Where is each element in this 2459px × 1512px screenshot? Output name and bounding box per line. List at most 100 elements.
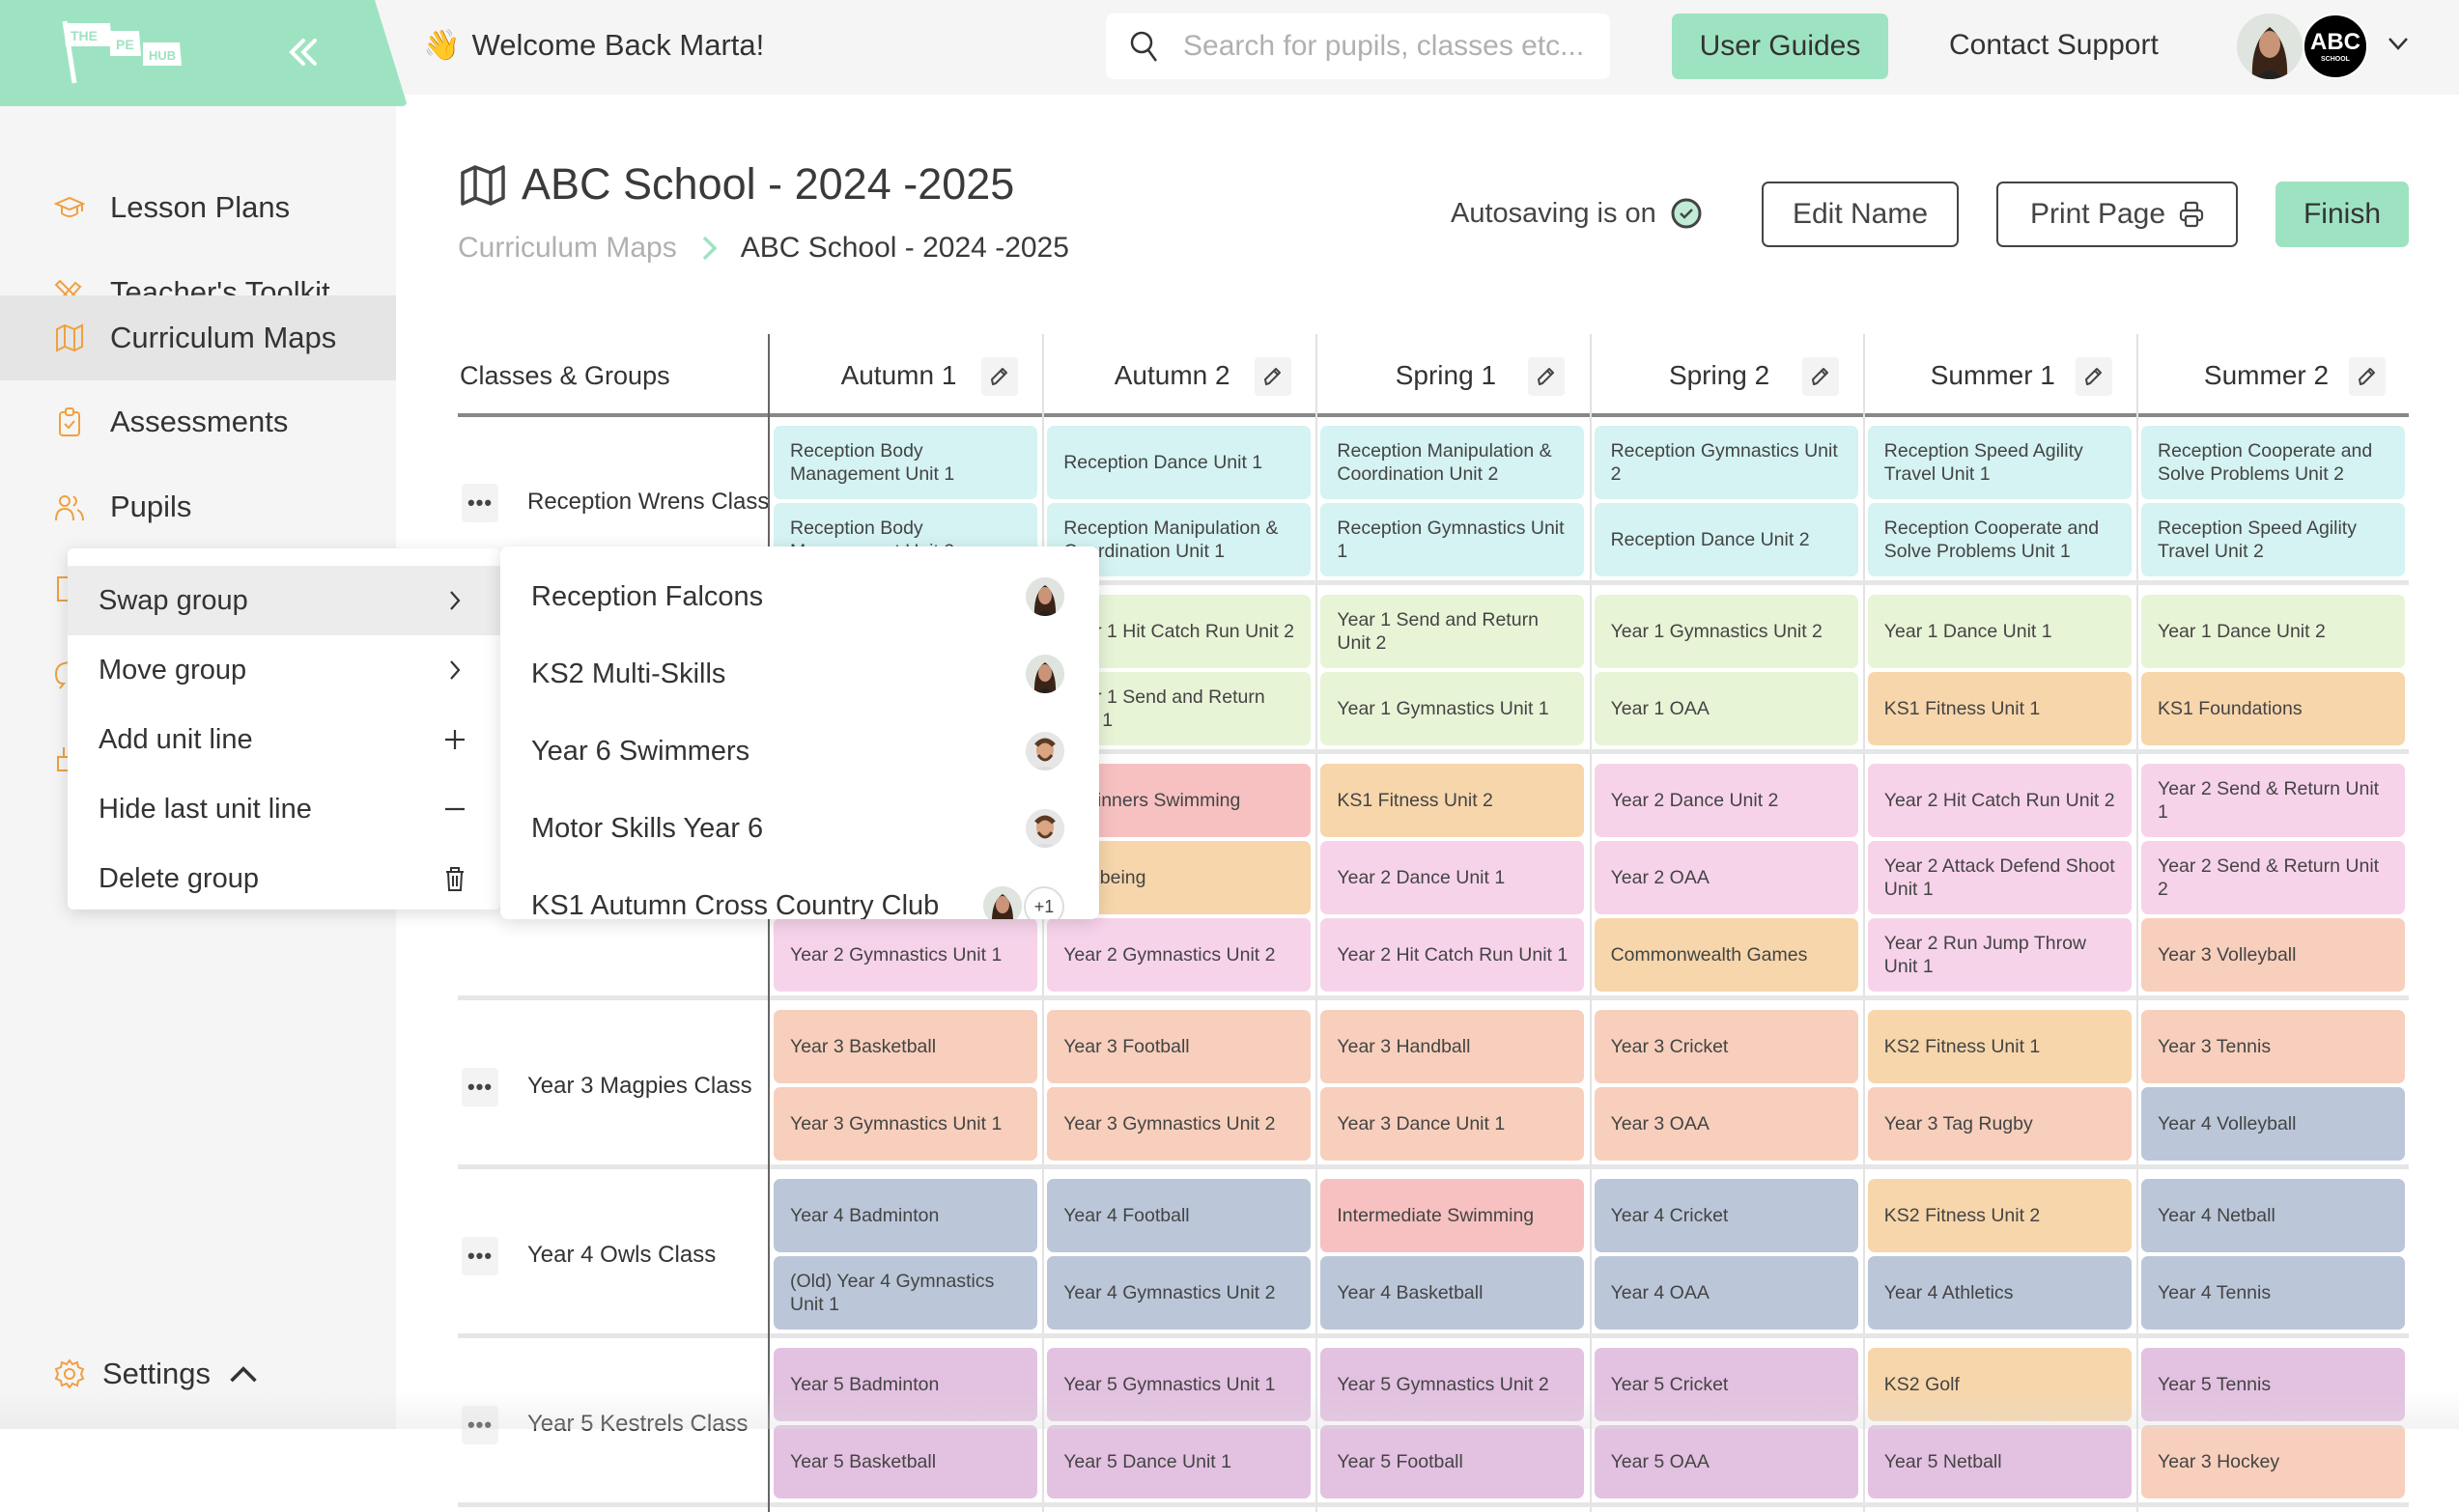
edit-name-button[interactable]: Edit Name <box>1762 182 1959 247</box>
sidebar-item-assessments[interactable]: Assessments <box>0 380 396 463</box>
sidebar-item-pupils[interactable]: Pupils <box>0 465 396 548</box>
unit-card[interactable]: Year 3 Tennis <box>2141 1010 2405 1083</box>
unit-card[interactable]: Year 2 Send & Return Unit 2 <box>2141 841 2405 914</box>
unit-card[interactable]: Reception Cooperate and Solve Problems U… <box>1867 503 2132 576</box>
group-options-button[interactable]: ••• <box>462 484 498 522</box>
unit-card[interactable]: KS2 Fitness Unit 1 <box>1867 1010 2132 1083</box>
unit-card[interactable]: Reception Dance Unit 2 <box>1594 503 1858 576</box>
unit-card[interactable]: Year 5 Netball <box>1867 1425 2132 1498</box>
sidebar-item-curriculum-maps[interactable]: Curriculum Maps <box>0 295 396 380</box>
unit-card[interactable]: Year 4 Netball <box>2141 1179 2405 1252</box>
unit-card[interactable]: Reception Dance Unit 1 <box>1047 426 1312 499</box>
unit-card[interactable]: Year 2 Hit Catch Run Unit 2 <box>1867 764 2132 837</box>
unit-card[interactable]: Year 2 OAA <box>1594 841 1858 914</box>
chevron-right-icon <box>450 591 461 610</box>
settings-button[interactable]: Settings <box>54 1357 259 1391</box>
unit-card[interactable]: Year 4 Volleyball <box>2141 1087 2405 1161</box>
unit-card[interactable]: Year 3 Gymnastics Unit 2 <box>1047 1087 1312 1161</box>
menu-item-delete-group[interactable]: Delete group <box>68 844 500 913</box>
swap-target-item[interactable]: Year 6 Swimmers <box>500 713 1099 790</box>
swap-target-item[interactable]: KS1 Autumn Cross Country Club +1 <box>500 867 1099 919</box>
collapse-sidebar-button[interactable] <box>286 35 325 70</box>
unit-card[interactable]: Year 2 Hit Catch Run Unit 1 <box>1320 918 1585 992</box>
menu-item-hide-last-unit-line[interactable]: Hide last unit line <box>68 774 500 844</box>
menu-item-move-group[interactable]: Move group <box>68 635 500 705</box>
unit-card[interactable]: Year 2 Gymnastics Unit 1 <box>774 918 1037 992</box>
unit-card[interactable]: Year 5 Basketball <box>774 1425 1037 1498</box>
unit-card[interactable]: Year 1 Gymnastics Unit 1 <box>1320 672 1585 745</box>
contact-support-link[interactable]: Contact Support <box>1949 29 2159 62</box>
sidebar-item-lesson-plans[interactable]: Lesson Plans <box>0 166 396 249</box>
unit-card[interactable]: Year 4 OAA <box>1594 1256 1858 1330</box>
unit-card[interactable]: KS1 Foundations <box>2141 672 2405 745</box>
unit-card[interactable]: Year 3 Handball <box>1320 1010 1585 1083</box>
school-avatar[interactable]: ABC SCHOOL <box>2303 14 2368 79</box>
search-input[interactable] <box>1183 30 1589 63</box>
menu-item-add-unit-line[interactable]: Add unit line <box>68 705 500 774</box>
unit-card[interactable]: Year 1 Dance Unit 1 <box>1867 595 2132 668</box>
unit-card[interactable]: Year 2 Attack Defend Shoot Unit 1 <box>1867 841 2132 914</box>
unit-card[interactable]: Year 4 Gymnastics Unit 2 <box>1047 1256 1312 1330</box>
unit-card[interactable]: Year 2 Dance Unit 1 <box>1320 841 1585 914</box>
print-page-button[interactable]: Print Page <box>1996 182 2238 247</box>
unit-card[interactable]: Year 4 Athletics <box>1867 1256 2132 1330</box>
edit-term-button[interactable] <box>2075 357 2112 396</box>
unit-card[interactable]: Reception Speed Agility Travel Unit 1 <box>1867 426 2132 499</box>
edit-term-button[interactable] <box>1255 357 1292 396</box>
unit-card[interactable]: Year 1 OAA <box>1594 672 1858 745</box>
unit-card[interactable]: Year 2 Send & Return Unit 1 <box>2141 764 2405 837</box>
unit-card[interactable]: Year 4 Badminton <box>774 1179 1037 1252</box>
unit-card[interactable]: Year 1 Gymnastics Unit 2 <box>1594 595 1858 668</box>
unit-card[interactable]: KS1 Fitness Unit 1 <box>1867 672 2132 745</box>
user-avatar[interactable] <box>2237 14 2303 79</box>
unit-card[interactable]: Year 5 Dance Unit 1 <box>1047 1425 1312 1498</box>
unit-card[interactable]: Reception Manipulation & Coordination Un… <box>1320 426 1585 499</box>
swap-target-item[interactable]: Motor Skills Year 6 <box>500 790 1099 867</box>
edit-term-button[interactable] <box>981 357 1018 396</box>
account-chevron-down-icon[interactable] <box>2386 31 2411 56</box>
unit-card[interactable]: Year 5 Football <box>1320 1425 1585 1498</box>
swap-target-item[interactable]: Reception Falcons <box>500 558 1099 635</box>
breadcrumb-curriculum-maps[interactable]: Curriculum Maps <box>458 232 677 265</box>
unit-card[interactable]: Year 4 Football <box>1047 1179 1312 1252</box>
unit-card[interactable]: Year 4 Basketball <box>1320 1256 1585 1330</box>
unit-card[interactable]: Year 1 Dance Unit 2 <box>2141 595 2405 668</box>
unit-card[interactable]: Year 3 Dance Unit 1 <box>1320 1087 1585 1161</box>
unit-card[interactable]: Year 2 Gymnastics Unit 2 <box>1047 918 1312 992</box>
unit-card[interactable]: Year 2 Run Jump Throw Unit 1 <box>1867 918 2132 992</box>
unit-card[interactable]: Year 4 Cricket <box>1594 1179 1858 1252</box>
unit-card[interactable]: Year 3 Volleyball <box>2141 918 2405 992</box>
unit-card[interactable]: Year 3 Football <box>1047 1010 1312 1083</box>
unit-card[interactable]: KS1 Fitness Unit 2 <box>1320 764 1585 837</box>
unit-card[interactable]: Year 3 OAA <box>1594 1087 1858 1161</box>
edit-term-button[interactable] <box>1801 357 1839 396</box>
menu-item-swap-group[interactable]: Swap group <box>68 566 500 635</box>
unit-card[interactable]: Reception Gymnastics Unit 2 <box>1594 426 1858 499</box>
unit-card[interactable]: Year 3 Basketball <box>774 1010 1037 1083</box>
user-guides-button[interactable]: User Guides <box>1672 14 1888 79</box>
unit-card[interactable]: Year 3 Hockey <box>2141 1425 2405 1498</box>
unit-card[interactable]: Year 2 Dance Unit 2 <box>1594 764 1858 837</box>
edit-term-button[interactable] <box>2349 357 2386 396</box>
search-box[interactable] <box>1106 14 1610 79</box>
group-options-button[interactable]: ••• <box>462 1068 498 1106</box>
swap-target-item[interactable]: KS2 Multi-Skills <box>500 635 1099 713</box>
unit-card[interactable]: KS2 Fitness Unit 2 <box>1867 1179 2132 1252</box>
unit-card[interactable]: Intermediate Swimming <box>1320 1179 1585 1252</box>
unit-card[interactable]: (Old) Year 4 Gymnastics Unit 1 <box>774 1256 1037 1330</box>
unit-card[interactable]: Commonwealth Games <box>1594 918 1858 992</box>
finish-button[interactable]: Finish <box>2275 182 2409 247</box>
edit-term-button[interactable] <box>1528 357 1566 396</box>
pe-hub-logo[interactable]: THE PE HUB <box>60 19 214 87</box>
unit-card[interactable]: Year 3 Gymnastics Unit 1 <box>774 1087 1037 1161</box>
unit-card[interactable]: Reception Body Management Unit 1 <box>774 426 1037 499</box>
unit-card[interactable]: Year 4 Tennis <box>2141 1256 2405 1330</box>
unit-card[interactable]: Year 3 Cricket <box>1594 1010 1858 1083</box>
unit-card[interactable]: Reception Gymnastics Unit 1 <box>1320 503 1585 576</box>
unit-card[interactable]: Year 3 Tag Rugby <box>1867 1087 2132 1161</box>
unit-card[interactable]: Reception Speed Agility Travel Unit 2 <box>2141 503 2405 576</box>
unit-card[interactable]: Reception Cooperate and Solve Problems U… <box>2141 426 2405 499</box>
unit-card[interactable]: Year 1 Send and Return Unit 2 <box>1320 595 1585 668</box>
group-options-button[interactable]: ••• <box>462 1237 498 1275</box>
unit-card[interactable]: Year 5 OAA <box>1594 1425 1858 1498</box>
